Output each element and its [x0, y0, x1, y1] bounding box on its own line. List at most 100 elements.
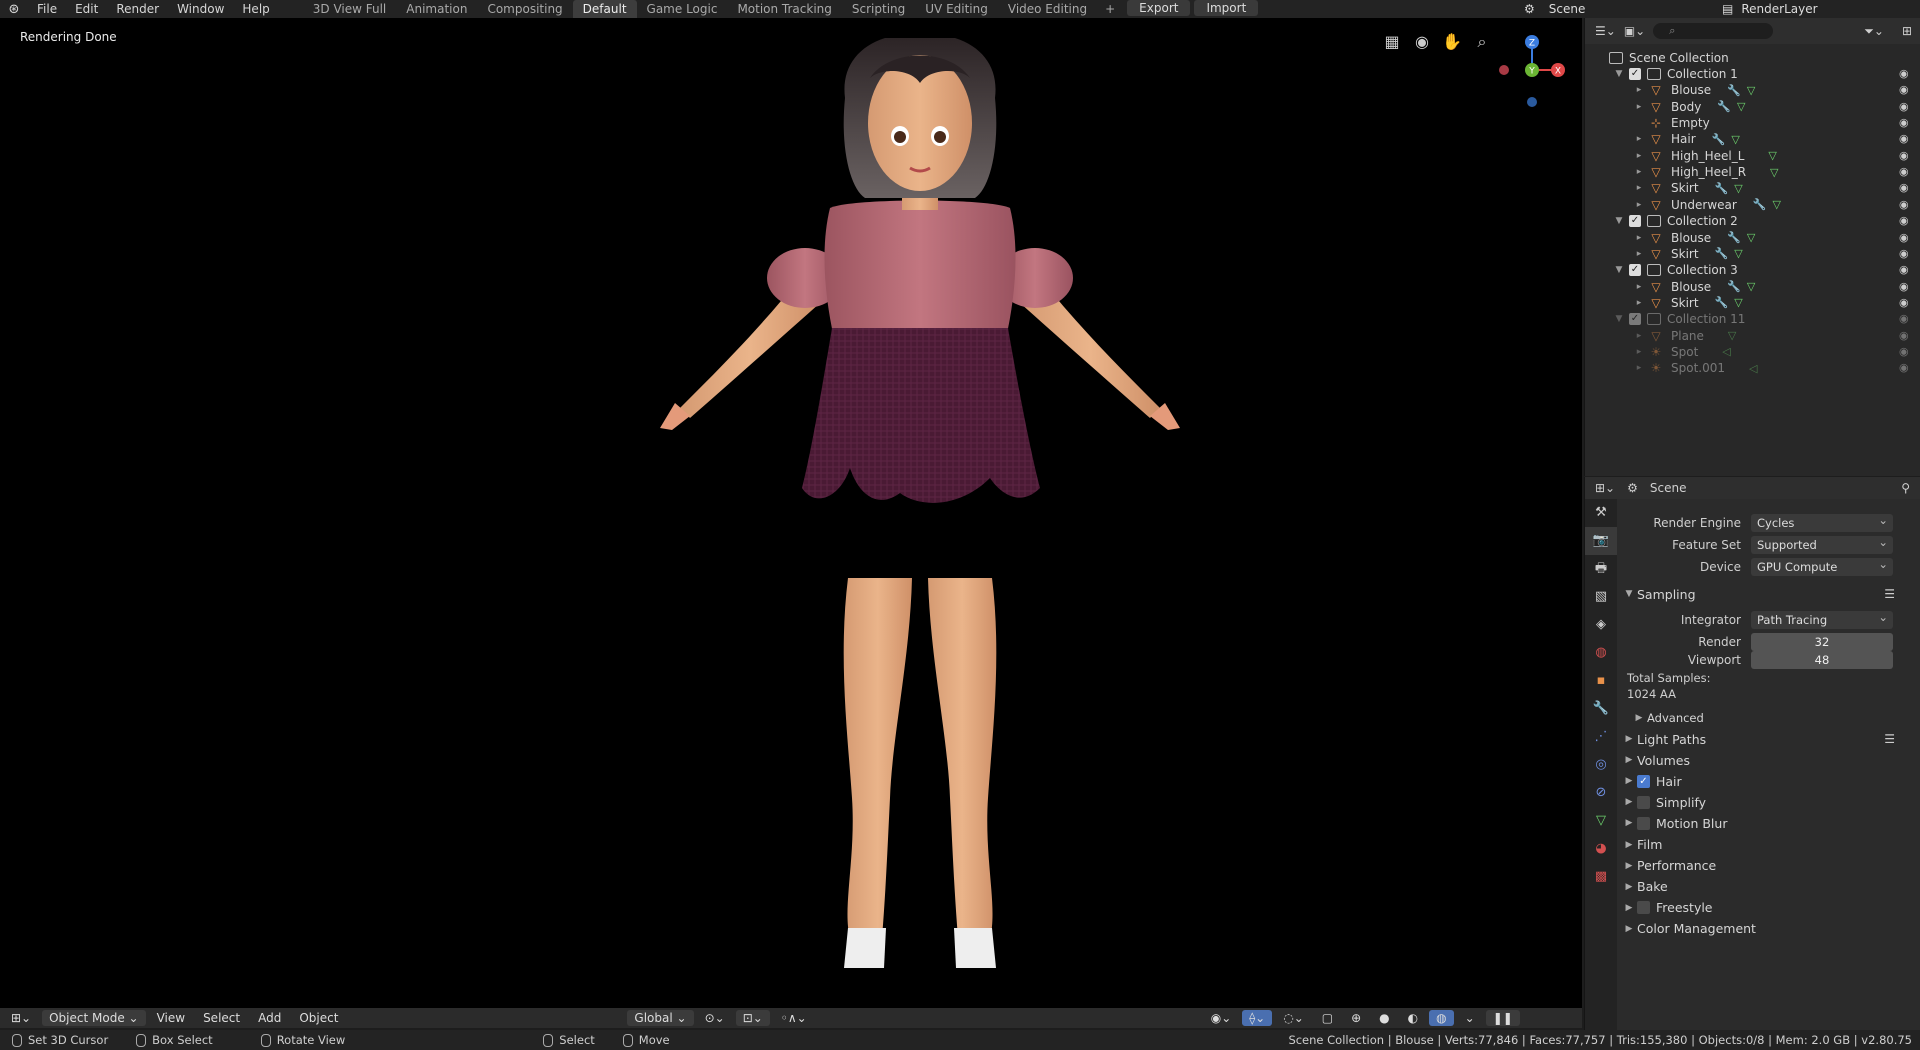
section-motion-blur[interactable]: ▶ Motion Blur	[1621, 812, 1920, 834]
output-tab-icon[interactable]: 🖶	[1585, 555, 1617, 583]
expand-triangle-icon[interactable]: ▸	[1633, 151, 1645, 161]
outliner-search-input[interactable]: ⌕	[1653, 23, 1774, 39]
section-performance[interactable]: ▶ Performance	[1621, 855, 1920, 877]
feature-set-dropdown[interactable]: Supported	[1751, 533, 1893, 554]
constraints-tab-icon[interactable]: ⊘	[1585, 779, 1617, 807]
display-mode-icon[interactable]: ▣⌄	[1624, 24, 1645, 38]
modifier-icon[interactable]: 🔧	[1727, 231, 1741, 244]
physics-tab-icon[interactable]: ◎	[1585, 751, 1617, 779]
visibility-eye-icon[interactable]: ◉	[1899, 247, 1913, 261]
mesh-data-icon[interactable]: ▽	[1747, 231, 1755, 244]
tab-default[interactable]: Default	[572, 0, 637, 18]
view-layer-tab-icon[interactable]: ▧	[1585, 583, 1617, 611]
pin-icon[interactable]: ⚲	[1901, 481, 1910, 495]
gizmo-neg-z[interactable]	[1527, 97, 1537, 107]
visibility-eye-icon[interactable]: ◉	[1899, 67, 1913, 81]
visibility-eye-icon[interactable]: ◉	[1899, 329, 1913, 343]
camera-view-icon[interactable]: ◉	[1412, 32, 1432, 52]
expand-triangle-icon[interactable]: ▼	[1613, 265, 1625, 275]
exclude-checkbox[interactable]: ✓	[1629, 264, 1641, 277]
section-color-management[interactable]: ▶ Color Management	[1621, 918, 1920, 940]
visibility-eye-icon[interactable]: ◉	[1899, 345, 1913, 359]
add-workspace-icon[interactable]: +	[1097, 0, 1123, 18]
light-data-icon[interactable]: ◁	[1749, 362, 1757, 375]
exclude-checkbox[interactable]: ✓	[1629, 68, 1641, 80]
tab-scripting[interactable]: Scripting	[842, 0, 915, 18]
section-hair[interactable]: ▶ ✓ Hair	[1621, 770, 1920, 792]
tab-game-logic[interactable]: Game Logic	[637, 0, 728, 18]
modifier-icon[interactable]: 🔧	[1717, 100, 1731, 113]
expand-triangle-icon[interactable]: ▼	[1613, 69, 1625, 79]
modifier-icon[interactable]: 🔧	[1715, 247, 1729, 260]
object-mode-dropdown[interactable]: Object Mode ⌄	[42, 1010, 146, 1026]
expand-triangle-icon[interactable]: ▸	[1633, 85, 1645, 95]
expand-triangle-icon[interactable]: ▼	[1613, 216, 1625, 226]
expand-triangle-icon[interactable]: ▸	[1633, 282, 1645, 292]
render-engine-dropdown[interactable]: Cycles	[1751, 511, 1893, 532]
3d-viewport[interactable]: Rendering Done ▦ ◉ ✋ ⌕ Z X Y	[0, 18, 1582, 1018]
section-enable-checkbox[interactable]	[1637, 816, 1650, 830]
visibility-eye-icon[interactable]: ◉	[1899, 198, 1913, 212]
section-film[interactable]: ▶ Film	[1621, 834, 1920, 856]
render-samples-field[interactable]: 32	[1751, 633, 1893, 651]
pan-hand-icon[interactable]: ✋	[1442, 32, 1462, 52]
mesh-data-icon[interactable]: ▽	[1773, 198, 1781, 211]
device-dropdown[interactable]: GPU Compute	[1751, 555, 1893, 576]
modifier-icon[interactable]: 🔧	[1753, 198, 1767, 211]
expand-triangle-icon[interactable]: ▼	[1613, 314, 1625, 324]
grid-view-icon[interactable]: ▦	[1382, 32, 1402, 52]
expand-triangle-icon[interactable]: ▸	[1633, 200, 1645, 210]
outliner-editor-type-icon[interactable]: ☰⌄	[1595, 24, 1616, 38]
data-tab-icon[interactable]: ▽	[1585, 807, 1617, 835]
import-button[interactable]: Import	[1194, 0, 1259, 16]
modifier-tab-icon[interactable]: 🔧	[1585, 695, 1617, 723]
section-enable-checkbox[interactable]	[1637, 795, 1650, 809]
exclude-checkbox[interactable]: ✓	[1629, 313, 1641, 326]
tool-tab-icon[interactable]: ⚒	[1585, 499, 1617, 527]
section-light-paths[interactable]: ▶ Light Paths ☰	[1621, 728, 1920, 750]
shading-material-icon[interactable]: ◐	[1401, 1010, 1425, 1026]
visibility-eye-icon[interactable]: ◉	[1899, 312, 1913, 326]
expand-triangle-icon[interactable]: ▸	[1633, 102, 1645, 112]
proportional-edit-icon[interactable]: ◦∧⌄	[774, 1010, 814, 1026]
menu-select[interactable]: Select	[196, 1010, 247, 1026]
expand-triangle-icon[interactable]: ▸	[1633, 134, 1645, 144]
gizmo-neg-x[interactable]	[1499, 65, 1509, 75]
render-tab-icon[interactable]: 📷	[1585, 527, 1617, 555]
mesh-data-icon[interactable]: ▽	[1728, 329, 1736, 342]
particles-tab-icon[interactable]: ⋰	[1585, 723, 1617, 751]
modifier-icon[interactable]: 🔧	[1715, 182, 1729, 195]
transform-orientation-dropdown[interactable]: Global ⌄	[627, 1010, 694, 1026]
shading-wireframe-icon[interactable]: ⊕	[1344, 1010, 1368, 1026]
visibility-eye-icon[interactable]: ◉	[1899, 83, 1913, 97]
menu-view[interactable]: View	[150, 1010, 192, 1026]
export-button[interactable]: Export	[1127, 0, 1191, 16]
mesh-data-icon[interactable]: ▽	[1734, 182, 1742, 195]
section-simplify[interactable]: ▶ Simplify	[1621, 791, 1920, 813]
expand-triangle-icon[interactable]: ▸	[1633, 331, 1645, 341]
tab-uv-editing[interactable]: UV Editing	[915, 0, 998, 18]
mesh-data-icon[interactable]: ▽	[1737, 100, 1745, 113]
overlay-toggle-icon[interactable]: ◌⌄	[1276, 1010, 1311, 1026]
object-tab-icon[interactable]: ▪	[1585, 667, 1617, 695]
modifier-icon[interactable]: 🔧	[1727, 84, 1741, 97]
scene-name-field[interactable]: Scene	[1543, 1, 1733, 17]
visibility-eye-icon[interactable]: ◉	[1899, 263, 1913, 277]
sampling-section-header[interactable]: ▼ Sampling ☰	[1621, 583, 1920, 605]
section-bake[interactable]: ▶ Bake	[1621, 876, 1920, 898]
presets-list-icon[interactable]: ☰	[1884, 587, 1895, 601]
menu-object[interactable]: Object	[292, 1010, 345, 1026]
expand-triangle-icon[interactable]: ▸	[1633, 167, 1645, 177]
visibility-eye-icon[interactable]: ◉	[1899, 100, 1913, 114]
visibility-icon[interactable]: ◉⌄	[1204, 1010, 1239, 1026]
material-tab-icon[interactable]: ◕	[1585, 835, 1617, 863]
integrator-dropdown[interactable]: Path Tracing	[1751, 608, 1893, 629]
shading-rendered-icon[interactable]: ◍	[1429, 1010, 1454, 1026]
visibility-eye-icon[interactable]: ◉	[1899, 132, 1913, 146]
tab-3d-view-full[interactable]: 3D View Full	[303, 0, 397, 18]
outliner-object-row[interactable]: ▸ ☀ Spot.001 ◁ ◉	[1585, 358, 1920, 378]
filter-icon[interactable]: ⏷⌄	[1864, 24, 1884, 39]
exclude-checkbox[interactable]: ✓	[1629, 215, 1641, 228]
section-enable-checkbox[interactable]: ✓	[1637, 774, 1650, 788]
expand-triangle-icon[interactable]: ▸	[1633, 298, 1645, 308]
